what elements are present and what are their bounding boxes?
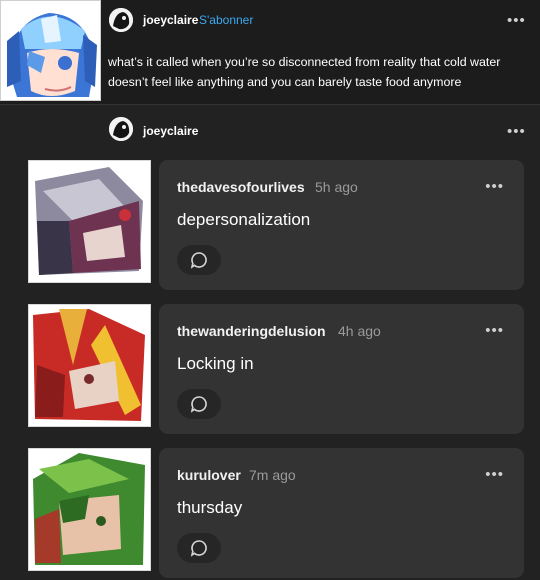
user-avatar[interactable]	[109, 8, 133, 32]
reply-username[interactable]: thedavesofourlives	[177, 179, 305, 195]
reply-avatar[interactable]	[28, 448, 151, 571]
speech-bubble-icon	[190, 396, 207, 413]
post-avatar[interactable]	[0, 0, 101, 101]
speech-bubble-icon	[190, 540, 207, 557]
user-avatar-icon	[109, 117, 133, 141]
reply-card: thewanderingdelusion 4h ago ••• Locking …	[159, 304, 524, 434]
reblog-more-options-icon[interactable]: •••	[507, 124, 526, 139]
reply-avatar[interactable]	[28, 304, 151, 427]
more-options-icon[interactable]: •••	[507, 13, 526, 28]
avatar-art-icon	[29, 161, 150, 282]
reply-more-options-icon[interactable]: •••	[485, 467, 504, 482]
divider	[0, 104, 540, 105]
reply-username[interactable]: thewanderingdelusion	[177, 323, 326, 339]
reply-more-options-icon[interactable]: •••	[485, 323, 504, 338]
reply-timestamp: 7m ago	[249, 467, 296, 483]
reply-text: Locking in	[177, 354, 254, 373]
reply-timestamp: 4h ago	[338, 323, 381, 339]
original-post: joeyclaire S'abonner ••• what’s it calle…	[0, 0, 540, 104]
post-body: what’s it called when you’re so disconne…	[108, 55, 501, 89]
reply-text: thursday	[177, 498, 243, 517]
avatar-art-icon	[29, 449, 150, 570]
reply-button[interactable]	[177, 245, 221, 275]
reply-more-options-icon[interactable]: •••	[485, 179, 504, 194]
reply-card: kurulover 7m ago ••• thursday	[159, 448, 524, 578]
reply-button[interactable]	[177, 389, 221, 419]
follow-button[interactable]: S'abonner	[199, 13, 253, 27]
reply-text: depersonalization	[177, 210, 311, 229]
speech-bubble-icon	[190, 252, 207, 269]
user-avatar-icon	[109, 8, 133, 32]
reply-avatar[interactable]	[28, 160, 151, 283]
avatar-art-icon	[29, 305, 150, 426]
reblog-avatar[interactable]	[109, 117, 133, 141]
post-username[interactable]: joeyclaire	[143, 13, 198, 27]
avatar-art-icon	[1, 1, 100, 100]
reply-button[interactable]	[177, 533, 221, 563]
reply-timestamp: 5h ago	[315, 179, 358, 195]
reblog-username[interactable]: joeyclaire	[143, 124, 198, 138]
reply-username[interactable]: kurulover	[177, 467, 241, 483]
reply-card: thedavesofourlives 5h ago ••• depersonal…	[159, 160, 524, 290]
